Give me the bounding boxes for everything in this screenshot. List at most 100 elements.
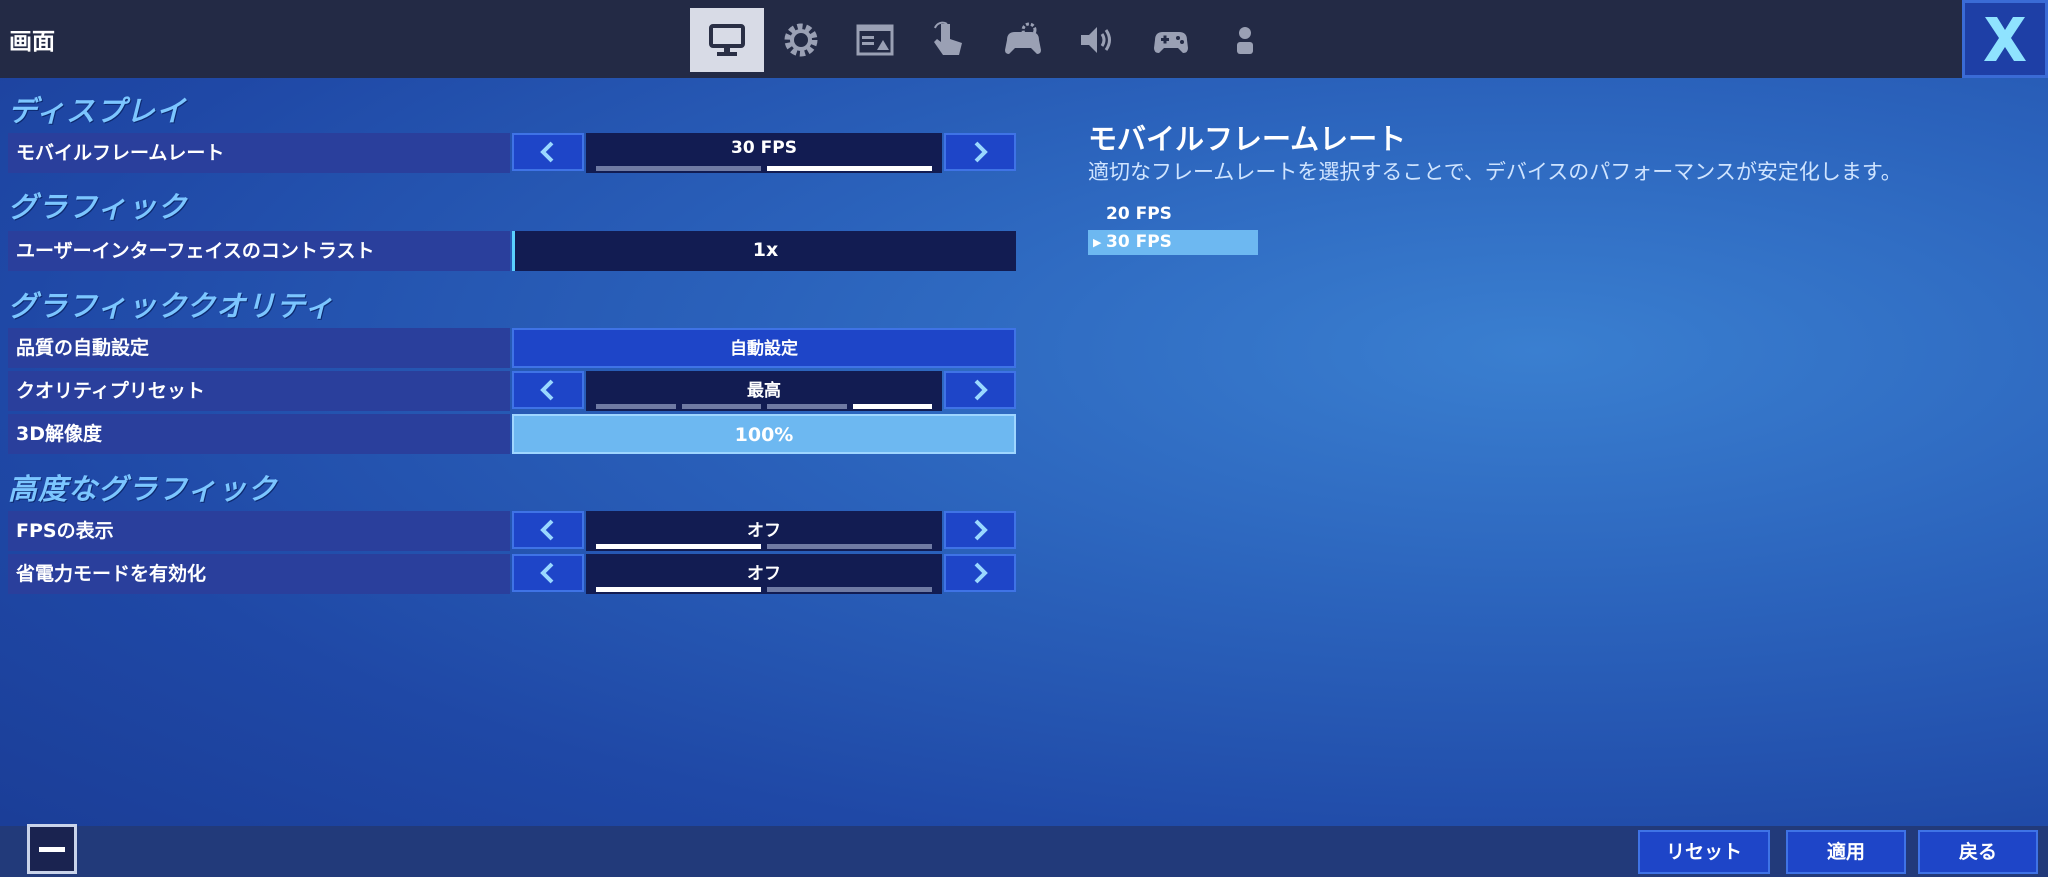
quality-preset-selector: 最高 <box>512 371 1016 411</box>
resolution-control: 100% <box>512 414 1016 454</box>
close-x-icon <box>1984 17 2026 61</box>
option-indicator <box>596 404 932 409</box>
monitor-icon <box>709 24 745 56</box>
setting-label: クオリティプリセット <box>8 371 510 411</box>
section-title-advanced-graphics: 高度なグラフィック <box>8 472 278 506</box>
setting-value: オフ <box>747 521 781 541</box>
section-title-graphics: グラフィック <box>8 190 188 224</box>
option-pip <box>767 166 932 171</box>
tab-game[interactable] <box>764 8 838 72</box>
show-fps-prev-button[interactable] <box>512 511 584 549</box>
setting-label: モバイルフレームレート <box>8 133 510 173</box>
tab-account[interactable] <box>1208 8 1282 72</box>
gear-icon <box>784 23 818 57</box>
setting-row-mobile-frame-rate[interactable]: モバイルフレームレート 30 FPS <box>8 133 1016 173</box>
option-pip <box>596 544 761 549</box>
option-indicator <box>596 544 932 549</box>
apply-button[interactable]: 適用 <box>1786 830 1906 874</box>
show-fps-value-box: オフ <box>586 511 942 551</box>
option-label: 20 FPS <box>1106 204 1172 224</box>
frame-rate-value-box: 30 FPS <box>586 133 942 173</box>
tab-gamepad[interactable] <box>1134 8 1208 72</box>
back-button[interactable]: 戻る <box>1918 830 2038 874</box>
setting-row-power-saving[interactable]: 省電力モードを有効化 オフ <box>8 554 1016 594</box>
resolution-slider[interactable]: 100% <box>512 414 1016 454</box>
setting-row-quality-preset[interactable]: クオリティプリセット 最高 <box>8 371 1016 411</box>
tab-display[interactable] <box>690 8 764 72</box>
setting-label: 3D解像度 <box>8 414 510 454</box>
option-pip <box>681 404 761 409</box>
section-title-graphics-quality: グラフィッククオリティ <box>8 289 335 323</box>
ui-contrast-control: 1x <box>512 231 1016 271</box>
setting-row-auto-quality[interactable]: 品質の自動設定 自動設定 <box>8 328 1016 368</box>
option-indicator <box>596 166 932 171</box>
option-pip <box>767 404 847 409</box>
setting-value: 30 FPS <box>731 138 797 158</box>
close-button[interactable] <box>1962 0 2048 78</box>
option-pip <box>596 404 676 409</box>
controller-settings-icon <box>1005 22 1041 54</box>
chevron-right-icon <box>974 379 988 401</box>
reset-button[interactable]: リセット <box>1638 830 1770 874</box>
speaker-icon <box>1081 27 1111 53</box>
option-20-fps[interactable]: 20 FPS <box>1088 202 1258 227</box>
option-pip <box>767 544 932 549</box>
setting-label: 品質の自動設定 <box>8 328 510 368</box>
frame-rate-prev-button[interactable] <box>512 133 584 171</box>
frame-rate-selector: 30 FPS <box>512 133 1016 173</box>
chevron-right-icon <box>974 519 988 541</box>
setting-row-ui-contrast[interactable]: ユーザーインターフェイスのコントラスト 1x <box>8 231 1016 271</box>
setting-label: 省電力モードを有効化 <box>8 554 510 594</box>
setting-row-3d-resolution[interactable]: 3D解像度 100% <box>8 414 1016 454</box>
chevron-left-icon <box>540 562 554 584</box>
setting-value: オフ <box>747 564 781 584</box>
description-title: モバイルフレームレート <box>1088 122 1407 156</box>
tab-controller-settings[interactable] <box>986 8 1060 72</box>
auto-quality-button[interactable]: 自動設定 <box>512 328 1016 368</box>
minus-button[interactable] <box>27 824 77 874</box>
layout-icon <box>856 24 894 56</box>
settings-tabs <box>690 8 1282 72</box>
description-text: 適切なフレームレートを選択することで、デバイスのパフォーマンスが安定化します。 <box>1088 160 1902 184</box>
chevron-left-icon <box>540 379 554 401</box>
gamepad-icon <box>1154 32 1188 53</box>
power-saving-next-button[interactable] <box>944 554 1016 592</box>
option-pip <box>596 587 761 592</box>
option-indicator <box>596 587 932 592</box>
frame-rate-next-button[interactable] <box>944 133 1016 171</box>
chevron-right-icon <box>974 562 988 584</box>
option-label: 30 FPS <box>1106 232 1172 252</box>
power-saving-value-box: オフ <box>586 554 942 594</box>
quality-preset-prev-button[interactable] <box>512 371 584 409</box>
chevron-right-icon <box>974 141 988 163</box>
tab-touch[interactable] <box>912 8 986 72</box>
setting-label: ユーザーインターフェイスのコントラスト <box>8 231 510 271</box>
show-fps-selector: オフ <box>512 511 1016 551</box>
tab-audio[interactable] <box>1060 8 1134 72</box>
option-30-fps[interactable]: ▶ 30 FPS <box>1088 230 1258 255</box>
settings-list: ディスプレイ モバイルフレームレート 30 FPS グラフィック ユーザーインタ… <box>0 78 1040 826</box>
touch-icon <box>934 21 962 55</box>
top-bar: 画面 <box>0 0 2048 78</box>
option-pip <box>767 587 932 592</box>
chevron-left-icon <box>540 519 554 541</box>
option-pip <box>596 166 761 171</box>
show-fps-next-button[interactable] <box>944 511 1016 549</box>
selected-triangle-icon: ▶ <box>1093 236 1102 249</box>
setting-value: 最高 <box>747 381 781 401</box>
ui-contrast-slider[interactable]: 1x <box>512 231 1016 271</box>
setting-label: FPSの表示 <box>8 511 510 551</box>
power-saving-selector: オフ <box>512 554 1016 594</box>
tab-hud[interactable] <box>838 8 912 72</box>
page-title: 画面 <box>9 29 55 55</box>
setting-row-show-fps[interactable]: FPSの表示 オフ <box>8 511 1016 551</box>
section-title-display: ディスプレイ <box>8 94 186 128</box>
quality-preset-next-button[interactable] <box>944 371 1016 409</box>
account-icon <box>1237 27 1253 54</box>
quality-preset-value-box: 最高 <box>586 371 942 411</box>
chevron-left-icon <box>540 141 554 163</box>
minus-icon <box>39 846 65 852</box>
description-panel: モバイルフレームレート 適切なフレームレートを選択することで、デバイスのパフォー… <box>1040 78 2048 826</box>
option-pip <box>852 404 932 409</box>
power-saving-prev-button[interactable] <box>512 554 584 592</box>
